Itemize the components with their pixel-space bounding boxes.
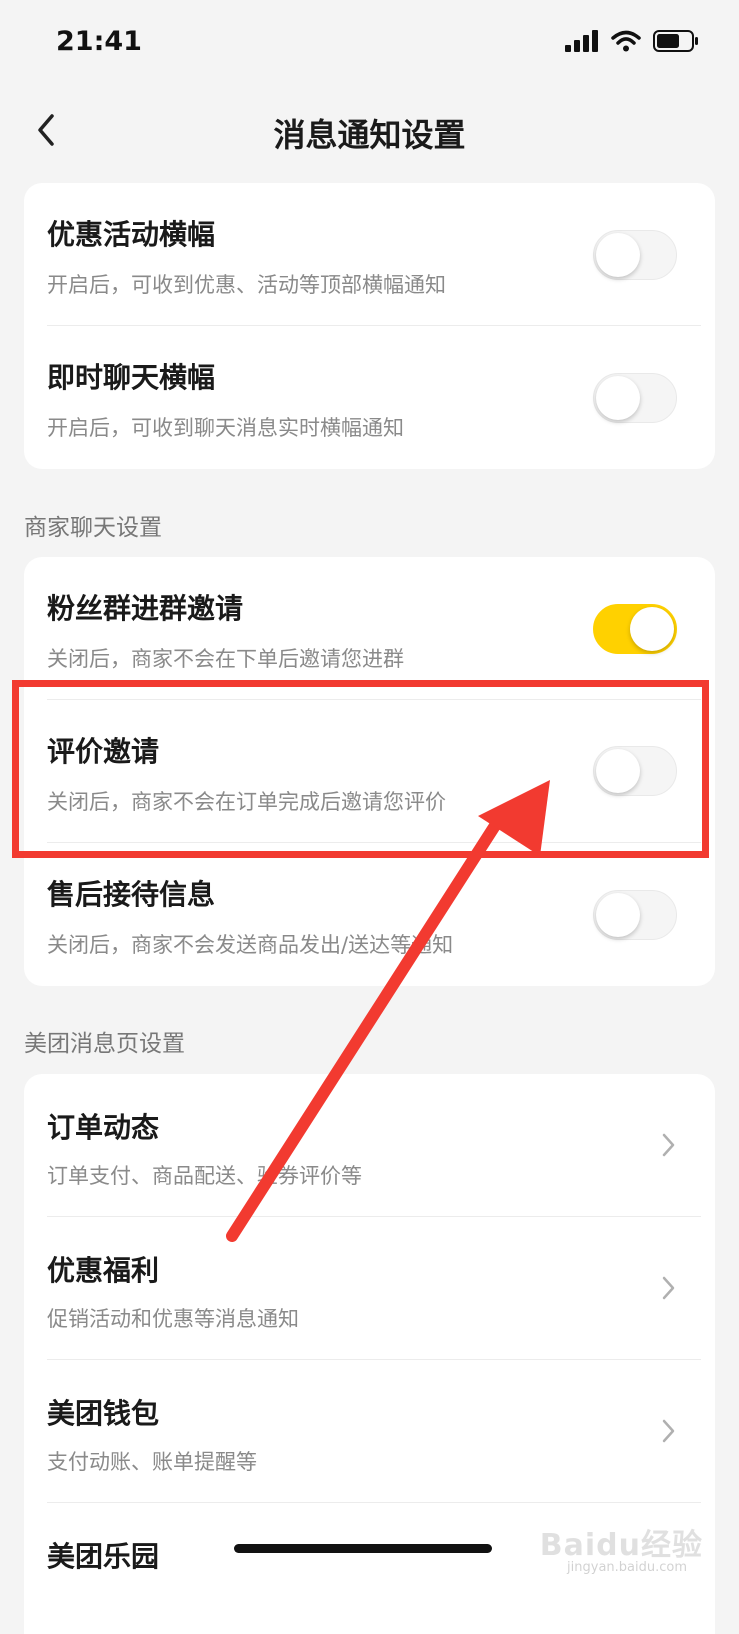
setting-row-after-sales: 售后接待信息 关闭后，商家不会发送商品发出/送达等通知	[24, 843, 715, 986]
status-time: 21:41	[56, 26, 142, 57]
setting-title: 订单动态	[47, 1111, 160, 1144]
section-label-meituan-messages: 美团消息页设置	[24, 1031, 185, 1057]
setting-row-chat-banner: 即时聊天横幅 开启后，可收到聊天消息实时横幅通知	[24, 326, 715, 469]
setting-row-promo-banner: 优惠活动横幅 开启后，可收到优惠、活动等顶部横幅通知	[24, 183, 715, 325]
status-bar: 21:41	[0, 0, 739, 90]
setting-description: 开启后，可收到优惠、活动等顶部横幅通知	[47, 273, 446, 297]
setting-description: 订单支付、商品配送、验券评价等	[47, 1164, 362, 1188]
setting-title: 优惠福利	[47, 1254, 160, 1287]
status-icons	[565, 30, 699, 52]
setting-row-promotions[interactable]: 优惠福利 促销活动和优惠等消息通知	[24, 1217, 715, 1359]
setting-row-order-updates[interactable]: 订单动态 订单支付、商品配送、验券评价等	[24, 1074, 715, 1216]
banner-settings-card: 优惠活动横幅 开启后，可收到优惠、活动等顶部横幅通知 即时聊天横幅 开启后，可收…	[24, 183, 715, 469]
setting-description: 促销活动和优惠等消息通知	[47, 1307, 299, 1331]
setting-description: 关闭后，商家不会发送商品发出/送达等通知	[47, 933, 454, 957]
setting-title: 美团乐园	[47, 1540, 160, 1573]
chat-banner-toggle[interactable]	[593, 373, 677, 423]
annotation-highlight-box	[12, 680, 709, 858]
home-indicator[interactable]	[234, 1544, 492, 1553]
setting-title: 即时聊天横幅	[47, 361, 216, 394]
cellular-signal-icon	[565, 30, 598, 52]
chevron-right-icon	[662, 1133, 675, 1157]
chevron-right-icon	[662, 1419, 675, 1443]
after-sales-toggle[interactable]	[593, 890, 677, 940]
setting-title: 美团钱包	[47, 1397, 160, 1430]
toggle-knob	[596, 893, 640, 937]
setting-title: 优惠活动横幅	[47, 218, 216, 251]
setting-title: 售后接待信息	[47, 878, 216, 911]
nav-bar: 消息通知设置	[0, 98, 739, 168]
wifi-icon	[611, 30, 641, 52]
setting-description: 开启后，可收到聊天消息实时横幅通知	[47, 416, 404, 440]
section-label-merchant-chat: 商家聊天设置	[24, 515, 162, 541]
setting-description: 支付动账、账单提醒等	[47, 1450, 257, 1474]
setting-title: 粉丝群进群邀请	[47, 592, 244, 625]
toggle-knob	[630, 607, 674, 651]
chevron-right-icon	[662, 1276, 675, 1300]
promo-banner-toggle[interactable]	[593, 230, 677, 280]
battery-icon	[653, 30, 698, 52]
page-title: 消息通知设置	[273, 116, 466, 154]
watermark-url: jingyan.baidu.com	[567, 1560, 687, 1575]
toggle-knob	[596, 376, 640, 420]
toggle-knob	[596, 233, 640, 277]
setting-row-fan-group-invite: 粉丝群进群邀请 关闭后，商家不会在下单后邀请您进群	[24, 557, 715, 699]
setting-row-wallet[interactable]: 美团钱包 支付动账、账单提醒等	[24, 1360, 715, 1502]
fan-group-invite-toggle[interactable]	[593, 604, 677, 654]
setting-description: 关闭后，商家不会在下单后邀请您进群	[47, 647, 404, 671]
watermark-logo: Baidu经验	[539, 1528, 703, 1563]
